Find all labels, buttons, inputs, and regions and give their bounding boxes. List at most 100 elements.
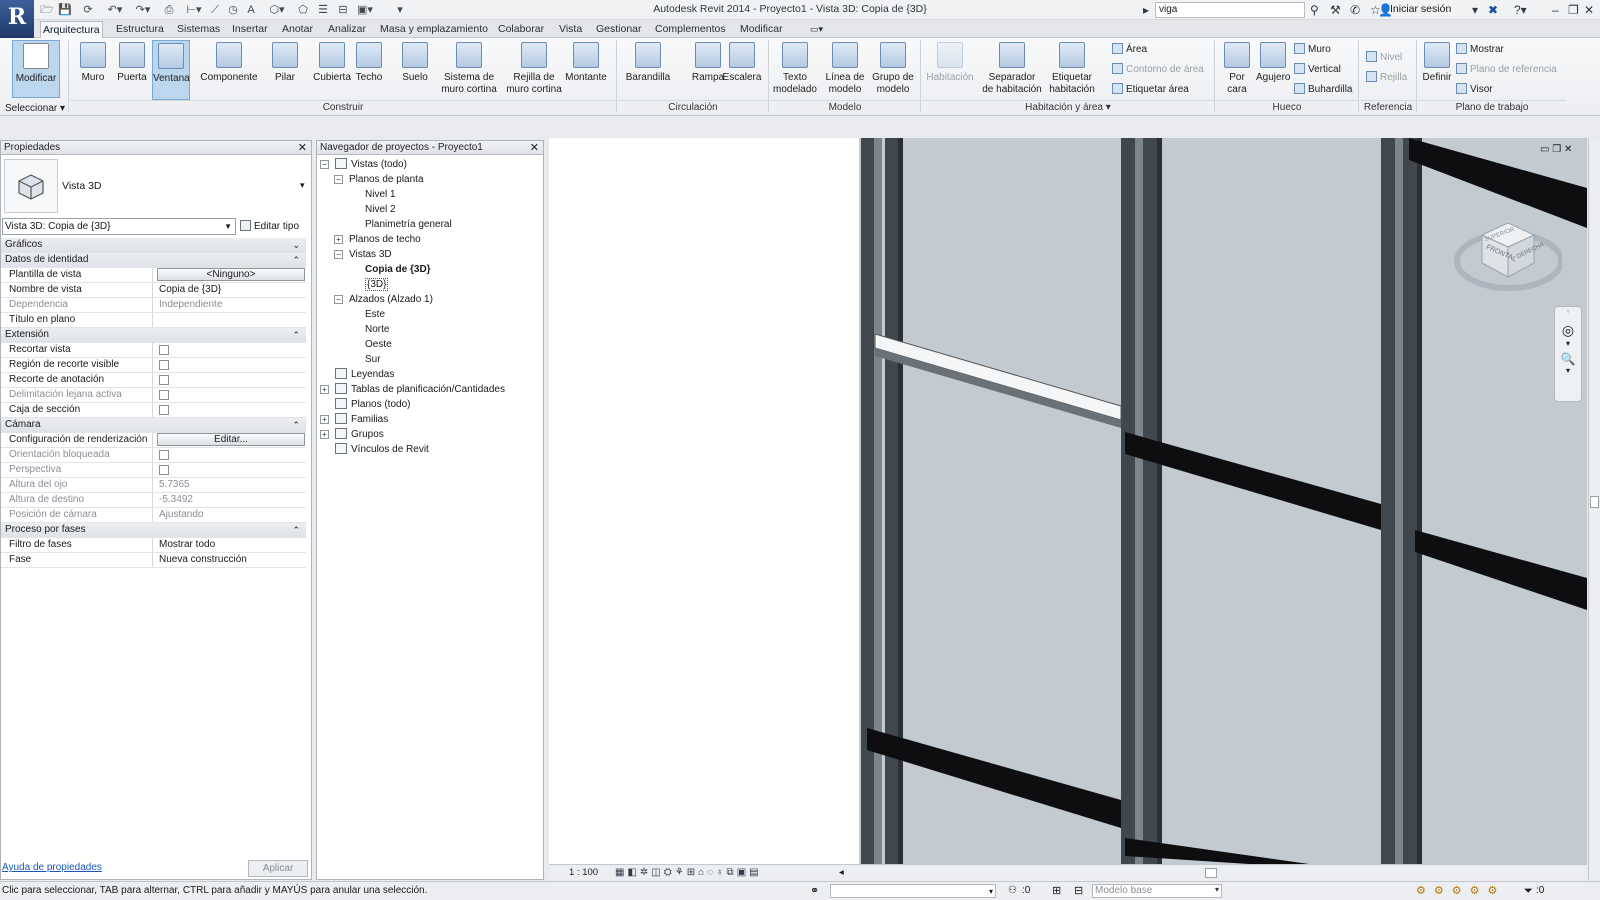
- chevron-down-icon[interactable]: ▾: [1555, 366, 1581, 375]
- section-extension[interactable]: Extensión ⌃: [1, 328, 306, 343]
- collapse-icon[interactable]: −: [320, 160, 329, 169]
- revit-logo-icon[interactable]: R: [0, 0, 34, 38]
- collapse-icon[interactable]: ⌃: [292, 523, 300, 537]
- techo-button[interactable]: Techo: [352, 40, 386, 100]
- tab-insertar[interactable]: Insertar: [230, 21, 270, 38]
- edit-type-button[interactable]: Editar tipo: [240, 218, 308, 235]
- sistema-de-muro-cortina-button[interactable]: Sistema de muro cortina: [438, 40, 500, 100]
- switch-windows-icon[interactable]: ▣▾: [356, 2, 374, 18]
- tab-arquitectura[interactable]: Arquitectura: [40, 21, 103, 38]
- caja-de-seccion-checkbox[interactable]: [159, 405, 169, 415]
- contorno-de-area-button[interactable]: Contorno de área: [1112, 62, 1204, 78]
- tree-node-norte[interactable]: Norte: [350, 322, 389, 337]
- collapse-icon[interactable]: −: [334, 250, 343, 259]
- mostrar-button[interactable]: Mostrar: [1456, 42, 1504, 58]
- save-icon[interactable]: 💾: [58, 2, 72, 18]
- collapse-icon[interactable]: ⌃: [292, 328, 300, 342]
- configuracion-de-renderizacion-button[interactable]: Editar...: [157, 433, 305, 446]
- view-window-controls[interactable]: ▭ ❐ ✕: [1540, 144, 1572, 155]
- linea-de-modelo-button[interactable]: Línea de modelo: [820, 40, 870, 100]
- section-datos-de-identidad[interactable]: Datos de identidad ⌃: [1, 253, 306, 268]
- recorte-de-anotacion-checkbox[interactable]: [159, 375, 169, 385]
- pilar-button[interactable]: Pilar: [270, 40, 300, 100]
- tab-colaborar[interactable]: Colaborar: [496, 21, 546, 38]
- tree-node-planos-de-techo[interactable]: + Planos de techo: [334, 232, 421, 247]
- sign-in-button[interactable]: Iniciar sesión: [1390, 3, 1451, 15]
- properties-help-link[interactable]: Ayuda de propiedades: [2, 862, 102, 873]
- nombre-de-vista-value[interactable]: Copia de {3D}: [157, 283, 305, 297]
- montante-button[interactable]: Montante: [562, 40, 610, 100]
- vertical-button[interactable]: Vertical: [1294, 62, 1341, 78]
- tab-complementos[interactable]: Complementos: [653, 21, 728, 38]
- tree-node-leyendas[interactable]: Leyendas: [320, 367, 394, 382]
- tree-node-alzados-alzado-1[interactable]: − Alzados (Alzado 1): [334, 292, 433, 307]
- view-3d-canvas[interactable]: [549, 138, 1587, 864]
- plantilla-de-vista-button[interactable]: <Ninguno>: [157, 268, 305, 281]
- region-de-recorte-visible-checkbox[interactable]: [159, 360, 169, 370]
- redo-icon[interactable]: ↷▾: [132, 2, 154, 18]
- close-icon[interactable]: ✕: [530, 141, 539, 155]
- tree-node-planos-de-planta[interactable]: − Planos de planta: [334, 172, 424, 187]
- subscription-icon[interactable]: ⚒: [1330, 2, 1344, 18]
- worksharing-icon[interactable]: ⚭: [810, 882, 819, 900]
- ventana-button[interactable]: Ventana: [152, 40, 190, 100]
- expand-icon[interactable]: +: [334, 235, 343, 244]
- nav-bar-close-icon[interactable]: ◦: [1555, 307, 1581, 316]
- etiquetar-area-button[interactable]: Etiquetar área: [1112, 82, 1189, 98]
- muro-button[interactable]: Muro: [1294, 42, 1331, 58]
- collapse-icon[interactable]: ⌄: [292, 238, 300, 252]
- tag-icon[interactable]: ◷: [226, 2, 240, 18]
- apply-button[interactable]: Aplicar: [248, 860, 308, 877]
- escalera-button[interactable]: Escalera: [716, 40, 768, 100]
- tree-node-3d[interactable]: {3D}: [350, 277, 389, 292]
- view-scale[interactable]: 1 : 100: [569, 865, 598, 881]
- tree-node-tablas-de-planificacion-cantidades[interactable]: + Tablas de planificación/Cantidades: [320, 382, 505, 397]
- infocenter-search-input[interactable]: viga: [1155, 2, 1305, 18]
- plano-de-referencia-button[interactable]: Plano de referencia: [1456, 62, 1557, 78]
- close-icon[interactable]: ✕: [298, 141, 307, 155]
- binoculars-icon[interactable]: ⚲: [1310, 2, 1324, 18]
- editable-only-icon[interactable]: ⚇: [1008, 882, 1017, 900]
- collapse-icon[interactable]: ⌃: [292, 418, 300, 432]
- collapse-icon[interactable]: ⌃: [292, 253, 300, 267]
- aligned-dimension-icon[interactable]: ⟋: [208, 2, 222, 18]
- tab-sistemas[interactable]: Sistemas: [175, 21, 222, 38]
- text-icon[interactable]: A: [244, 2, 258, 18]
- close-hidden-windows-icon[interactable]: ⊟: [336, 2, 350, 18]
- section-proceso-por-fases[interactable]: Proceso por fases ⌃: [1, 523, 306, 538]
- tree-node-vistas-todo[interactable]: − Vistas (todo): [320, 157, 407, 172]
- restore-icon[interactable]: ❐: [1568, 2, 1582, 18]
- etiquetar-habitacion-button[interactable]: Etiquetar habitación: [1044, 40, 1100, 100]
- expand-icon[interactable]: +: [320, 430, 329, 439]
- tab-masa[interactable]: Masa y emplazamiento: [378, 21, 490, 38]
- scroll-left-icon[interactable]: ◂: [839, 865, 844, 881]
- barandilla-button[interactable]: Barandilla: [622, 40, 674, 100]
- tab-anotar[interactable]: Anotar: [280, 21, 315, 38]
- modify-button[interactable]: Modificar: [12, 40, 60, 98]
- collapse-icon[interactable]: −: [334, 295, 343, 304]
- visor-button[interactable]: Visor: [1456, 82, 1493, 98]
- tree-node-planimetria-general[interactable]: Planimetría general: [350, 217, 452, 232]
- close-icon[interactable]: ✕: [1584, 2, 1598, 18]
- expand-search-icon[interactable]: ▸: [1143, 2, 1153, 18]
- tab-vista[interactable]: Vista: [557, 21, 584, 38]
- horizontal-scrollbar-thumb[interactable]: [1205, 868, 1217, 878]
- tab-estructura[interactable]: Estructura: [114, 21, 166, 38]
- tree-node-familias[interactable]: + Familias: [320, 412, 388, 427]
- separador-de-habitacion-button[interactable]: Separador de habitación: [976, 40, 1048, 100]
- expand-icon[interactable]: +: [320, 415, 329, 424]
- ribbon-minimize-icon[interactable]: ▭▾: [808, 21, 825, 38]
- tree-node-sur[interactable]: Sur: [350, 352, 381, 367]
- tree-node-este[interactable]: Este: [350, 307, 385, 322]
- section-graficos[interactable]: Gráficos ⌄: [1, 238, 306, 253]
- select-dropdown[interactable]: Seleccionar ▾: [5, 101, 65, 117]
- definir-button[interactable]: Definir: [1420, 40, 1454, 100]
- thin-lines-icon[interactable]: ☰: [316, 2, 330, 18]
- tree-node-vistas-3d[interactable]: − Vistas 3D: [334, 247, 392, 262]
- measure-icon[interactable]: ⊢▾: [184, 2, 204, 18]
- tree-node-planos-todo[interactable]: Planos (todo): [320, 397, 410, 412]
- scrollbar-thumb[interactable]: [1590, 496, 1599, 508]
- expand-icon[interactable]: +: [320, 385, 329, 394]
- section-icon[interactable]: ⬠: [296, 2, 310, 18]
- print-icon[interactable]: ⎙: [160, 2, 178, 18]
